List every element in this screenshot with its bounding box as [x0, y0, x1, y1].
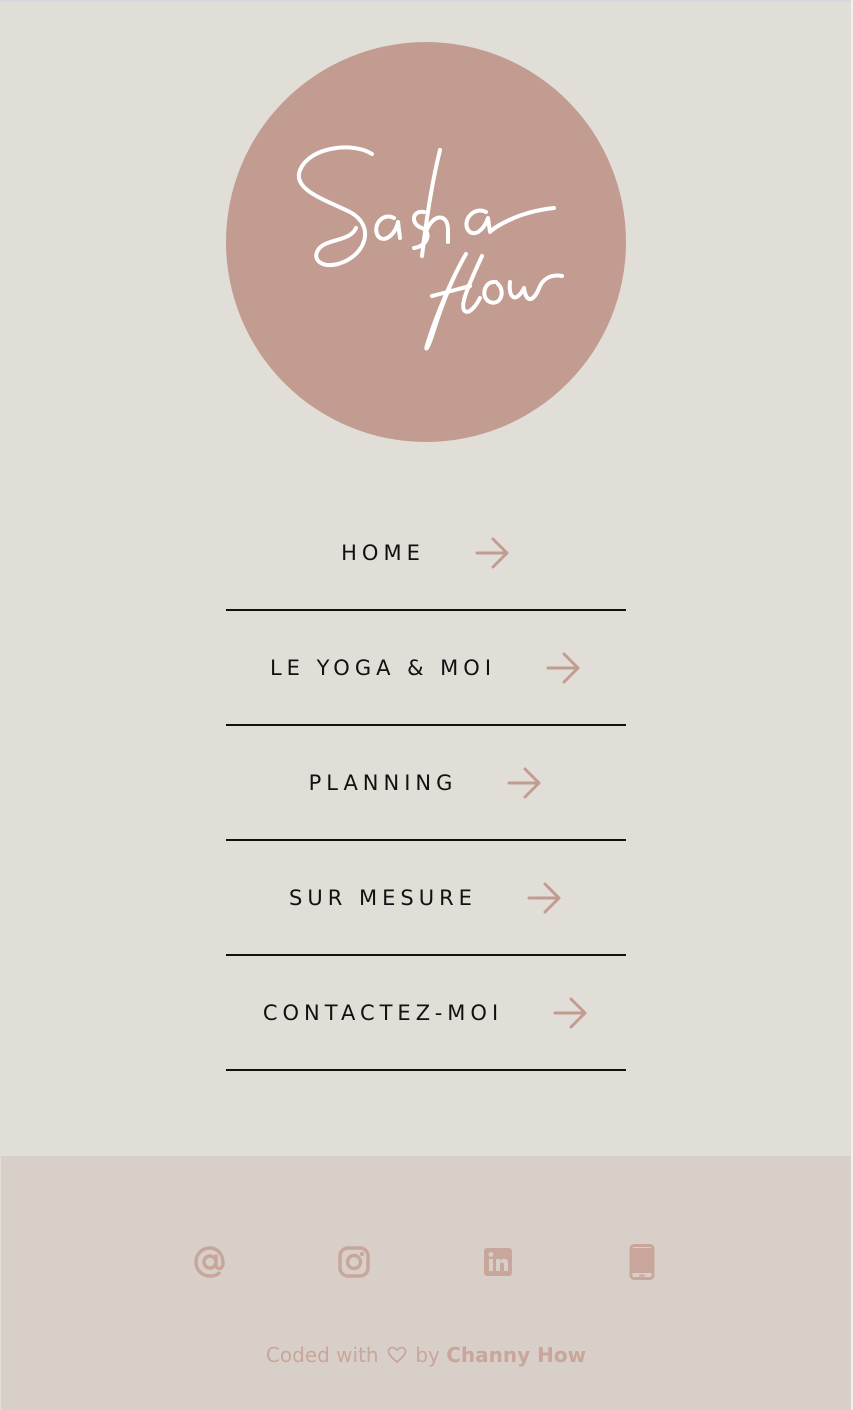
- nav-item-contactez-moi[interactable]: CONTACTEZ-MOI: [226, 956, 626, 1071]
- nav-item-label: PLANNING: [308, 770, 458, 795]
- linkedin-link[interactable]: [478, 1242, 518, 1282]
- arrow-right-icon: [527, 882, 561, 913]
- nav-item-sur-mesure[interactable]: SUR MESURE: [226, 841, 626, 956]
- email-icon: [194, 1246, 225, 1278]
- nav-item-home[interactable]: HOME: [226, 496, 626, 611]
- nav-item-le-yoga-et-moi[interactable]: LE YOGA & MOI: [226, 611, 626, 726]
- arrow-right-icon: [475, 537, 509, 568]
- instagram-link[interactable]: [334, 1242, 374, 1282]
- nav-item-label: SUR MESURE: [289, 885, 477, 910]
- linkedin-icon: [484, 1248, 512, 1276]
- nav-item-planning[interactable]: PLANNING: [226, 726, 626, 841]
- logo-script: [296, 145, 564, 351]
- nav-item-label: LE YOGA & MOI: [269, 655, 497, 680]
- nav-item-label: HOME: [341, 540, 425, 565]
- email-link[interactable]: [190, 1242, 230, 1282]
- credit-by: by: [415, 1343, 440, 1367]
- arrow-right-icon: [507, 767, 541, 798]
- social-links: [1, 1242, 851, 1282]
- nav-item-label: CONTACTEZ-MOI: [262, 1000, 504, 1025]
- footer: Coded with by Channy How: [1, 1156, 851, 1410]
- phone-link[interactable]: [622, 1242, 662, 1282]
- footer-credit: Coded with by Channy How: [1, 1343, 851, 1367]
- instagram-icon: [338, 1246, 370, 1278]
- arrow-right-icon: [546, 652, 580, 683]
- phone-icon: [629, 1244, 655, 1280]
- heart-icon: [387, 1346, 407, 1363]
- arrow-right-icon: [553, 997, 587, 1028]
- main-nav: HOME LE YOGA & MOI PLANNING SUR MESURE C…: [226, 496, 626, 1071]
- logo[interactable]: [226, 42, 626, 442]
- credit-prefix: Coded with: [265, 1343, 379, 1367]
- credit-author-link[interactable]: Channy How: [446, 1343, 586, 1367]
